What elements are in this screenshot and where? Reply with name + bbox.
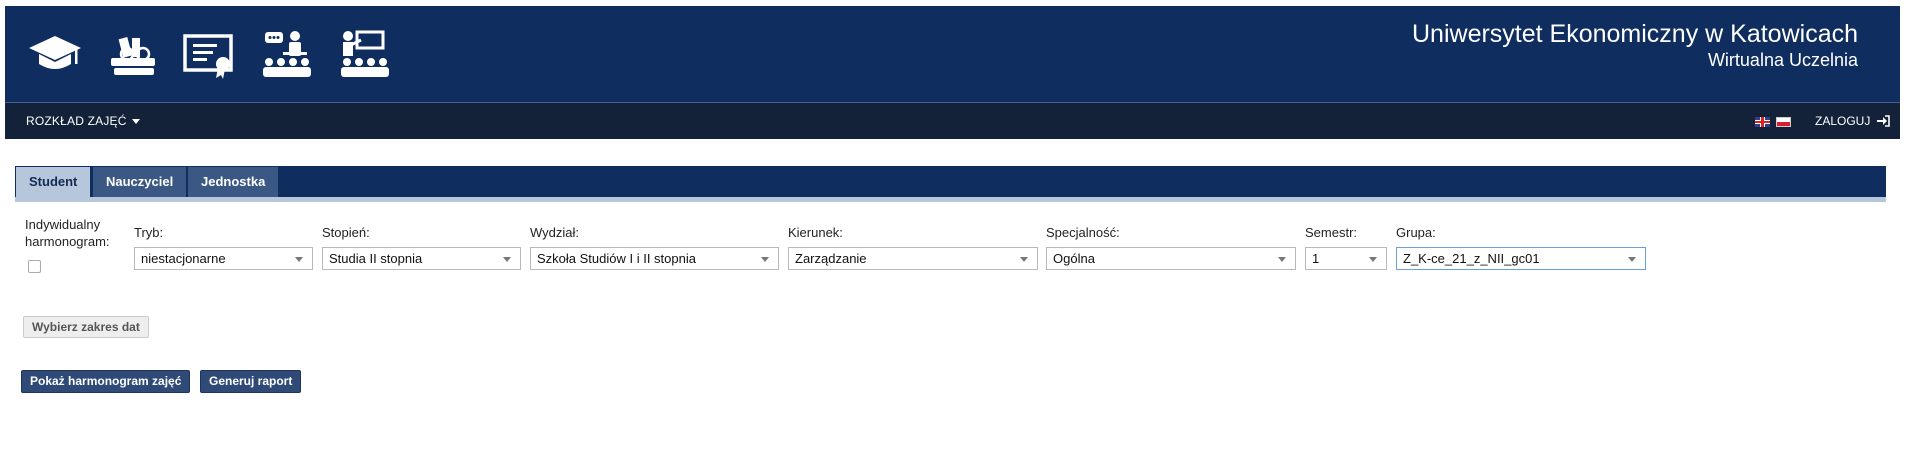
tab-student[interactable]: Student: [16, 167, 91, 197]
university-name: Uniwersytet Ekonomiczny w Katowicach: [1412, 20, 1858, 48]
generate-report-button[interactable]: Generuj raport: [200, 370, 302, 393]
main-menu-bar: ROZKŁAD ZAJĘĆ ZALOGUJ: [5, 103, 1900, 139]
kierunek-value: Zarządzanie: [795, 251, 867, 266]
site-header: Uniwersytet Ekonomiczny w Katowicach Wir…: [5, 6, 1900, 103]
chevron-down-icon: [503, 257, 511, 262]
lecture-icon[interactable]: [259, 28, 315, 80]
graduation-cap-icon[interactable]: [27, 28, 83, 80]
chevron-down-icon: [1020, 257, 1028, 262]
login-link[interactable]: ZALOGUJ: [1815, 114, 1890, 128]
kierunek-select[interactable]: Zarządzanie: [788, 247, 1038, 270]
individual-schedule-label-1: Indywidualny: [25, 217, 101, 232]
certificate-icon[interactable]: [181, 28, 237, 80]
individual-schedule-label-2: harmonogram:: [25, 234, 110, 249]
chevron-down-icon: [295, 257, 303, 262]
login-label: ZALOGUJ: [1815, 114, 1871, 128]
individual-schedule-checkbox[interactable]: [28, 260, 41, 273]
date-range-button[interactable]: Wybierz zakres dat: [23, 316, 149, 338]
caret-down-icon: [131, 119, 140, 125]
grupa-label: Grupa:: [1396, 225, 1436, 240]
semestr-select[interactable]: 1: [1305, 247, 1387, 270]
schedule-menu-label: ROZKŁAD ZAJĘĆ: [26, 114, 127, 128]
specjalnosc-select[interactable]: Ogólna: [1046, 247, 1296, 270]
schedule-menu[interactable]: ROZKŁAD ZAJĘĆ: [26, 114, 140, 128]
tab-nauczyciel[interactable]: Nauczyciel: [93, 167, 187, 197]
wydzial-value: Szkoła Studiów I i II stopnia: [537, 251, 696, 266]
semestr-label: Semestr:: [1305, 225, 1358, 240]
wydzial-select[interactable]: Szkoła Studiów I i II stopnia: [530, 247, 779, 270]
semestr-value: 1: [1312, 251, 1320, 266]
specjalnosc-label: Specjalność:: [1046, 225, 1120, 240]
books-icon[interactable]: [105, 28, 161, 80]
sign-in-icon: [1876, 115, 1890, 127]
tryb-label: Tryb:: [134, 225, 164, 240]
flag-uk-icon[interactable]: [1755, 117, 1770, 127]
tab-jednostka[interactable]: Jednostka: [188, 167, 279, 197]
grupa-value: Z_K-ce_21_z_NII_gc01: [1403, 251, 1540, 266]
chevron-down-icon: [1628, 257, 1636, 262]
specjalnosc-value: Ogólna: [1053, 251, 1095, 266]
flag-pl-icon[interactable]: [1776, 117, 1791, 127]
chevron-down-icon: [1369, 257, 1377, 262]
tryb-select[interactable]: niestacjonarne: [134, 247, 313, 270]
grupa-select[interactable]: Z_K-ce_21_z_NII_gc01: [1396, 247, 1646, 270]
chevron-down-icon: [761, 257, 769, 262]
wydzial-label: Wydział:: [530, 225, 580, 240]
portal-name: Wirtualna Uczelnia: [1707, 50, 1858, 70]
chevron-down-icon: [1278, 257, 1286, 262]
show-schedule-button[interactable]: Pokaż harmonogram zajęć: [21, 370, 191, 393]
stopien-value: Studia II stopnia: [329, 251, 423, 266]
stopien-label: Stopień:: [322, 225, 370, 240]
tryb-value: niestacjonarne: [141, 251, 226, 266]
stopien-select[interactable]: Studia II stopnia: [322, 247, 521, 270]
teacher-board-icon[interactable]: [335, 28, 391, 80]
schedule-tabs: Student Nauczyciel Jednostka: [15, 166, 1886, 202]
kierunek-label: Kierunek:: [788, 225, 843, 240]
